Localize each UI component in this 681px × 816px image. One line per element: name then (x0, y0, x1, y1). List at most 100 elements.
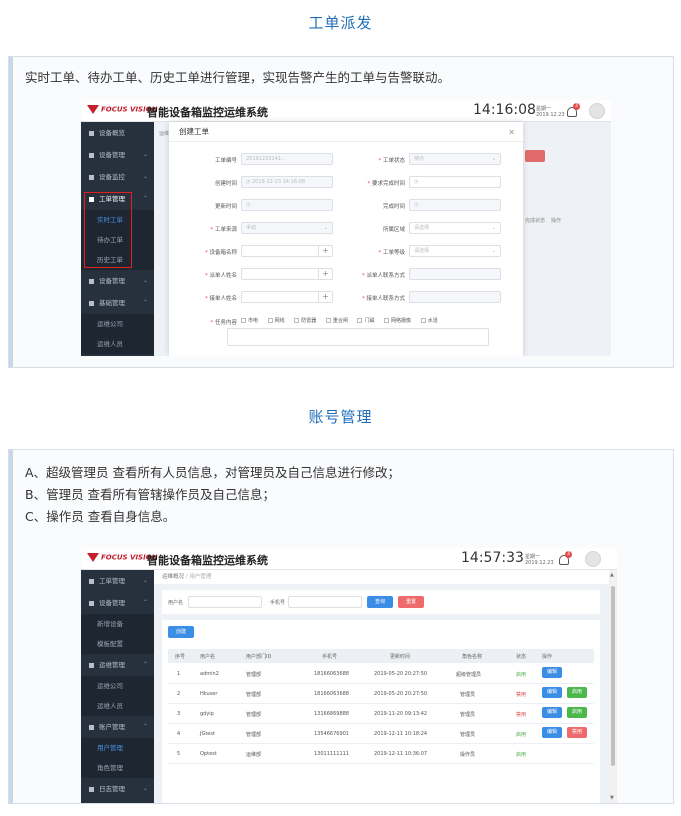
cell-time: 2019-12-11 10:18:24 (374, 731, 428, 737)
order-no-field[interactable]: 20191223141... (241, 153, 333, 165)
sidebar-item-company[interactable]: 运维公司 (81, 676, 154, 696)
sidebar-item-monitor[interactable]: 设备监控 ⌄ (81, 166, 154, 188)
cell-no: 4 (177, 731, 181, 737)
cell-time: 2019-05-20 20:27:50 (374, 671, 428, 677)
edit-button[interactable]: 编辑 (542, 707, 562, 718)
col-header: 序号 (175, 654, 186, 660)
update-time-field[interactable]: ◷ (241, 199, 333, 211)
app-header: FOCUS VISION 智能设备箱监控运维系统 ☰ 14:57:33 星期一 … (81, 548, 617, 570)
col-header: 手机号 (322, 654, 338, 660)
table-panel: 创建 序号 用户名 用户部门ID 手机号 更新时间 角色名称 状态 操作 1 a… (162, 620, 600, 803)
sidebar-item-template[interactable]: 模板配置 (81, 634, 154, 654)
scrollbar[interactable]: ▲ ▼ (609, 570, 617, 803)
order-status-select[interactable]: 待办 ⌄ (409, 153, 501, 165)
plus-icon: + (318, 246, 332, 256)
dispatch-screenshot: FOCUS VISION 智能设备箱监控运维系统 ☰ 14:16:08 星期一 … (81, 100, 611, 356)
clock-icon: ◷ (414, 202, 419, 208)
dispatcher-field[interactable]: + (241, 268, 333, 280)
task-textarea[interactable] (227, 328, 489, 346)
breadcrumb-root[interactable]: 运维概况 (162, 574, 184, 580)
disable-button[interactable]: 禁用 (567, 727, 587, 738)
sidebar-item-ops[interactable]: 运维管理 ⌃ (81, 654, 154, 676)
edit-button[interactable]: 编辑 (542, 687, 562, 698)
sidebar-item-user-mgmt[interactable]: 用户管理 (81, 738, 154, 758)
label-level: * 工单等级 (378, 250, 405, 256)
cell-phone: 18166063688 (314, 691, 349, 697)
sidebar-item-add-device[interactable]: 新增设备 (81, 614, 154, 634)
task-option[interactable]: 网络摄像 (384, 318, 411, 324)
cell-dept: 运维部 (246, 752, 262, 758)
section-title-dispatch: 工单派发 (308, 14, 373, 32)
receiver-phone-field[interactable] (409, 291, 501, 303)
sidebar-item-basic[interactable]: 基础管理 ⌃ (81, 292, 154, 314)
enable-button[interactable]: 启用 (567, 707, 587, 718)
avatar[interactable] (585, 551, 601, 567)
sidebar-item-orders[interactable]: 工单管理 ⌄ (81, 570, 154, 592)
enable-button[interactable]: 启用 (567, 687, 587, 698)
col-header: 用户部门ID (246, 654, 272, 660)
cell-user: gdyip (200, 711, 214, 717)
device-field[interactable]: + (241, 245, 333, 257)
clock-date: 2019.12.23 (525, 560, 554, 566)
accounts-desc-c: C、操作员 查看自身信息。 (25, 509, 176, 524)
scroll-up-icon[interactable]: ▲ (610, 572, 614, 578)
dispatcher-phone-field[interactable] (409, 268, 501, 280)
status-badge: 启用 (516, 672, 527, 678)
avatar[interactable] (589, 103, 605, 119)
menu-toggle-icon[interactable]: ☰ (259, 554, 266, 563)
sidebar-item-staff[interactable]: 运维人员 (81, 334, 154, 354)
monitor-icon (89, 174, 94, 180)
sidebar-item-staff[interactable]: 运维人员 (81, 696, 154, 716)
sidebar-item-device-mgmt[interactable]: 设备管理 ⌄ (81, 144, 154, 166)
reset-button[interactable]: 重置 (398, 596, 424, 608)
deadline-field[interactable]: ◷ (409, 176, 501, 188)
plus-icon: + (318, 269, 332, 279)
log-icon (89, 786, 94, 792)
clock-icon: ◷ (246, 202, 251, 208)
chevron-down-icon: ⌄ (142, 577, 148, 584)
dispatch-card: 实时工单、待办工单、历史工单进行管理，实现告警产生的工单与告警联动。 FOCUS… (8, 56, 674, 368)
task-checkbox-group: 市电 网线 防雷器 重合闸 门磁 网络摄像 水浸 (241, 317, 438, 324)
chevron-up-icon: ⌃ (142, 299, 148, 306)
cell-no: 1 (177, 671, 181, 677)
level-select[interactable]: 请选择 ⌄ (409, 245, 501, 257)
clock-icon: ◷ (414, 179, 419, 185)
task-option[interactable]: 重合闸 (325, 318, 348, 324)
create-time-field[interactable]: ◷ 2019-12-23 14:16:08 (241, 176, 333, 188)
cell-time: 2019-11-20 09:13:42 (374, 711, 428, 717)
scroll-down-icon[interactable]: ▼ (610, 795, 614, 801)
bg-tab: 运维 (159, 131, 170, 137)
phone-input[interactable] (288, 596, 362, 608)
task-option[interactable]: 网线 (267, 318, 285, 324)
sidebar-item-role-mgmt[interactable]: 角色管理 (81, 758, 154, 778)
sidebar-item-device-mgmt-2[interactable]: 设备管理 ⌄ (81, 270, 154, 292)
sidebar-item-accounts[interactable]: 账户管理 ⌃ (81, 716, 154, 738)
create-button[interactable]: 创建 (168, 626, 194, 638)
cell-user: JGtest (200, 731, 215, 737)
sidebar-item-company[interactable]: 运维公司 (81, 314, 154, 334)
task-option[interactable]: 防雷器 (294, 318, 316, 324)
task-option[interactable]: 门磁 (357, 318, 374, 324)
task-option[interactable]: 市电 (241, 318, 258, 324)
cell-user: Optest (200, 751, 217, 757)
menu-toggle-icon[interactable]: ☰ (259, 106, 266, 115)
app-title: 智能设备箱监控运维系统 (147, 554, 268, 567)
query-button[interactable]: 查询 (367, 596, 393, 608)
label-device: * 设备箱名称 (204, 250, 237, 256)
sidebar-item-overview[interactable]: 设备概览 (81, 122, 154, 144)
chevron-up-icon: ⌃ (142, 195, 148, 202)
close-icon[interactable]: ✕ (508, 128, 515, 137)
edit-button[interactable]: 编辑 (542, 727, 562, 738)
sidebar-item-logs[interactable]: 日志管理 ⌄ (81, 778, 154, 800)
sidebar-item-device-mgmt[interactable]: 设备管理 ⌃ (81, 592, 154, 614)
username-input[interactable] (188, 596, 262, 608)
area-select[interactable]: 请选择 ⌄ (409, 222, 501, 234)
cell-time: 2019-12-11 10:36:07 (374, 751, 428, 757)
source-select[interactable]: 手动 ⌄ (241, 222, 333, 234)
finish-time-field[interactable]: ◷ (409, 199, 501, 211)
receiver-field[interactable]: + (241, 291, 333, 303)
edit-button[interactable]: 编辑 (542, 667, 562, 678)
task-option[interactable]: 水浸 (420, 318, 438, 324)
scrollbar-thumb[interactable] (611, 586, 615, 766)
logo-v-icon (87, 105, 99, 114)
